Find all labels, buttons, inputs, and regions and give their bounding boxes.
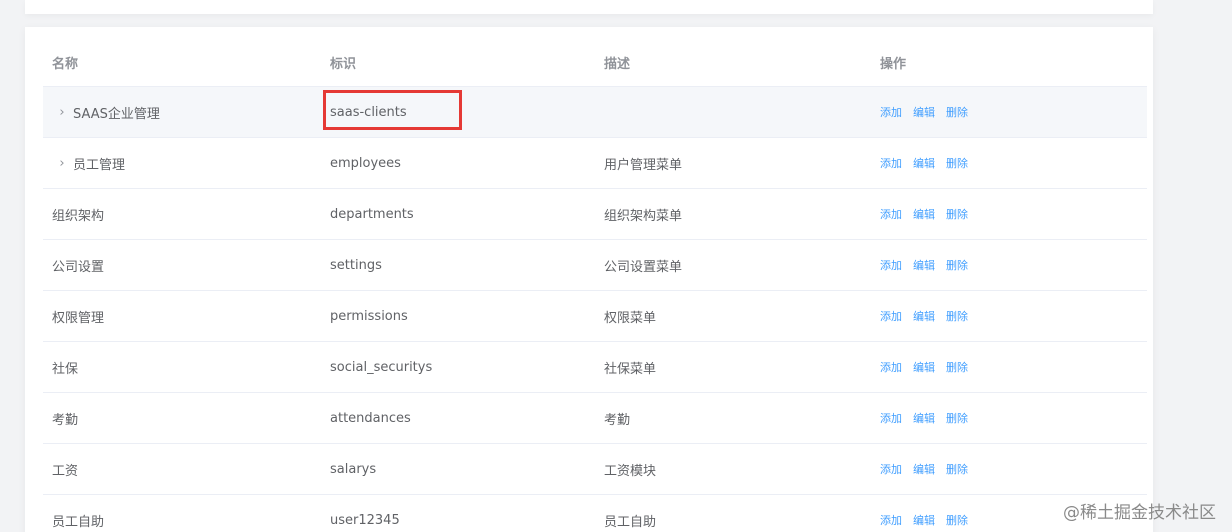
edit-link[interactable]: 编辑 bbox=[913, 308, 935, 324]
row-name: 员工管理 bbox=[73, 157, 126, 173]
delete-link[interactable]: 删除 bbox=[946, 206, 968, 222]
row-code: settings bbox=[330, 257, 382, 273]
row-name: 社保 bbox=[52, 361, 79, 377]
edit-link[interactable]: 编辑 bbox=[913, 155, 935, 171]
name-cell: › SAAS企业管理 bbox=[52, 87, 302, 137]
edit-link[interactable]: 编辑 bbox=[913, 104, 935, 120]
permissions-table: 名称 标识 描述 操作 › SAAS企业管理 saas-clients 添加 编… bbox=[43, 38, 1147, 532]
add-link[interactable]: 添加 bbox=[880, 410, 902, 426]
table-header: 名称 标识 描述 操作 bbox=[43, 38, 1147, 87]
row-description: 考勤 bbox=[604, 412, 631, 428]
add-link[interactable]: 添加 bbox=[880, 206, 902, 222]
row-actions: 添加 编辑 删除 bbox=[880, 393, 1130, 443]
row-actions: 添加 编辑 删除 bbox=[880, 138, 1130, 188]
row-description: 社保菜单 bbox=[604, 361, 657, 377]
row-code: departments bbox=[330, 206, 414, 222]
row-name: 公司设置 bbox=[52, 259, 105, 275]
delete-link[interactable]: 删除 bbox=[946, 104, 968, 120]
header-operations: 操作 bbox=[880, 56, 907, 72]
row-actions: 添加 编辑 删除 bbox=[880, 291, 1130, 341]
edit-link[interactable]: 编辑 bbox=[913, 206, 935, 222]
header-description: 描述 bbox=[604, 56, 631, 72]
row-description: 员工自助 bbox=[604, 514, 657, 530]
header-name: 名称 bbox=[52, 56, 79, 72]
table-row: › 员工管理 employees 用户管理菜单 添加 编辑 删除 bbox=[43, 138, 1147, 189]
row-description: 权限菜单 bbox=[604, 310, 657, 326]
delete-link[interactable]: 删除 bbox=[946, 155, 968, 171]
add-link[interactable]: 添加 bbox=[880, 308, 902, 324]
watermark: @稀土掘金技术社区 bbox=[1063, 503, 1216, 523]
row-description: 组织架构菜单 bbox=[604, 208, 683, 224]
row-description bbox=[604, 87, 854, 137]
add-link[interactable]: 添加 bbox=[880, 104, 902, 120]
chevron-right-icon[interactable]: › bbox=[55, 156, 69, 171]
add-link[interactable]: 添加 bbox=[880, 257, 902, 273]
table-row: 员工自助 user12345 员工自助 添加 编辑 删除 bbox=[43, 495, 1147, 532]
row-code: salarys bbox=[330, 461, 377, 477]
row-actions: 添加 编辑 删除 bbox=[880, 240, 1130, 290]
edit-link[interactable]: 编辑 bbox=[913, 410, 935, 426]
edit-link[interactable]: 编辑 bbox=[913, 359, 935, 375]
add-link[interactable]: 添加 bbox=[880, 155, 902, 171]
table-row: 组织架构 departments 组织架构菜单 添加 编辑 删除 bbox=[43, 189, 1147, 240]
row-actions: 添加 编辑 删除 bbox=[880, 342, 1130, 392]
table-row: 权限管理 permissions 权限菜单 添加 编辑 删除 bbox=[43, 291, 1147, 342]
row-description: 用户管理菜单 bbox=[604, 157, 683, 173]
edit-link[interactable]: 编辑 bbox=[913, 512, 935, 528]
delete-link[interactable]: 删除 bbox=[946, 359, 968, 375]
table-row: › SAAS企业管理 saas-clients 添加 编辑 删除 bbox=[43, 87, 1147, 138]
page: 名称 标识 描述 操作 › SAAS企业管理 saas-clients 添加 编… bbox=[0, 0, 1232, 532]
table-row: 社保 social_securitys 社保菜单 添加 编辑 删除 bbox=[43, 342, 1147, 393]
row-description: 工资模块 bbox=[604, 463, 657, 479]
add-link[interactable]: 添加 bbox=[880, 359, 902, 375]
add-link[interactable]: 添加 bbox=[880, 461, 902, 477]
row-name: 员工自助 bbox=[52, 514, 105, 530]
table-row: 公司设置 settings 公司设置菜单 添加 编辑 删除 bbox=[43, 240, 1147, 291]
row-name: SAAS企业管理 bbox=[73, 106, 160, 122]
row-code: attendances bbox=[330, 410, 411, 426]
delete-link[interactable]: 删除 bbox=[946, 461, 968, 477]
row-description: 公司设置菜单 bbox=[604, 259, 683, 275]
row-code: user12345 bbox=[330, 512, 400, 528]
delete-link[interactable]: 删除 bbox=[946, 257, 968, 273]
row-code: saas-clients bbox=[330, 104, 407, 120]
delete-link[interactable]: 删除 bbox=[946, 410, 968, 426]
row-actions: 添加 编辑 删除 bbox=[880, 444, 1130, 494]
row-name: 权限管理 bbox=[52, 310, 105, 326]
chevron-right-icon[interactable]: › bbox=[55, 105, 69, 120]
permissions-table-card: 名称 标识 描述 操作 › SAAS企业管理 saas-clients 添加 编… bbox=[25, 27, 1153, 532]
table-row: 考勤 attendances 考勤 添加 编辑 删除 bbox=[43, 393, 1147, 444]
delete-link[interactable]: 删除 bbox=[946, 308, 968, 324]
row-actions: 添加 编辑 删除 bbox=[880, 189, 1130, 239]
name-cell: › 员工管理 bbox=[52, 138, 302, 188]
row-name: 工资 bbox=[52, 463, 79, 479]
row-code: employees bbox=[330, 155, 401, 171]
row-name: 组织架构 bbox=[52, 208, 105, 224]
edit-link[interactable]: 编辑 bbox=[913, 461, 935, 477]
add-link[interactable]: 添加 bbox=[880, 512, 902, 528]
row-code: social_securitys bbox=[330, 359, 433, 375]
delete-link[interactable]: 删除 bbox=[946, 512, 968, 528]
row-code: permissions bbox=[330, 308, 408, 324]
row-name: 考勤 bbox=[52, 412, 79, 428]
header-code: 标识 bbox=[330, 56, 357, 72]
table-row: 工资 salarys 工资模块 添加 编辑 删除 bbox=[43, 444, 1147, 495]
row-actions: 添加 编辑 删除 bbox=[880, 87, 1130, 137]
top-panel bbox=[25, 0, 1153, 14]
edit-link[interactable]: 编辑 bbox=[913, 257, 935, 273]
